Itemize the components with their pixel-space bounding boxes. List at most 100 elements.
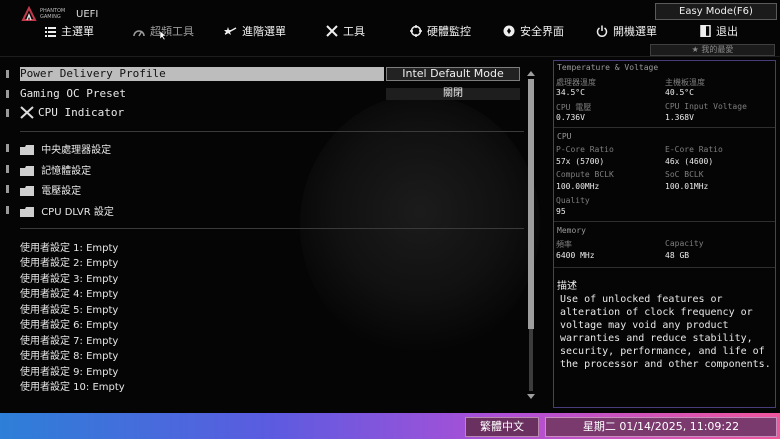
section-divider xyxy=(20,131,524,132)
power-icon xyxy=(596,25,608,37)
user-profile-7[interactable]: 使用者設定 7: Empty xyxy=(20,332,118,347)
cpu-voltage-value: 0.736V xyxy=(556,113,585,122)
phantom-gaming-logo-icon xyxy=(21,6,37,21)
cpu-indicator-label: CPU Indicator xyxy=(38,106,125,119)
logo-text-line2: GAMING xyxy=(40,14,61,20)
folder-cpu-dlvr-configuration[interactable]: CPU DLVR 設定 xyxy=(20,203,114,218)
monitor-icon xyxy=(410,25,422,37)
memory-frequency-value: 6400 MHz xyxy=(556,251,595,260)
logo-text: PHANTOM GAMING xyxy=(40,8,65,20)
setting-cpu-indicator[interactable]: CPU Indicator xyxy=(20,106,124,119)
tab-security-label: 安全界面 xyxy=(520,25,564,38)
easy-mode-button[interactable]: Easy Mode(F6) xyxy=(655,3,777,20)
cpu-input-voltage-value: 1.368V xyxy=(665,113,694,122)
cpu-temp-label: 處理器溫度 xyxy=(556,78,596,87)
setting-power-delivery-profile[interactable]: Power Delivery Profile xyxy=(20,67,384,81)
folder-voltage-configuration[interactable]: 電壓設定 xyxy=(20,182,81,197)
tab-tools[interactable]: 工具 xyxy=(326,23,365,39)
compute-bclk-label: Compute BCLK xyxy=(556,170,614,179)
user-profile-6[interactable]: 使用者設定 6: Empty xyxy=(20,316,118,331)
wrench-icon xyxy=(20,106,34,119)
folder-label: 記憶體設定 xyxy=(41,166,92,177)
mouse-cursor-icon xyxy=(160,31,166,40)
folder-label: 電壓設定 xyxy=(41,186,82,197)
header: PHANTOM GAMING UEFI Easy Mode(F6) 主選單 超頻… xyxy=(0,0,780,44)
row-marker xyxy=(6,90,9,98)
user-profile-9[interactable]: 使用者設定 9: Empty xyxy=(20,363,118,378)
selection-marker xyxy=(6,70,9,78)
uefi-label: UEFI xyxy=(76,9,99,20)
list-icon xyxy=(45,26,56,37)
tab-tools-label: 工具 xyxy=(343,25,365,38)
tab-main-label: 主選單 xyxy=(61,25,94,38)
language-button[interactable]: 繁體中文 xyxy=(465,417,539,437)
cpu-input-voltage-label: CPU Input Voltage xyxy=(665,102,747,111)
quality-label: Quality xyxy=(556,196,590,205)
scroll-down-arrow-icon[interactable] xyxy=(527,394,535,399)
tab-main[interactable]: 主選單 xyxy=(45,23,94,39)
user-profile-1[interactable]: 使用者設定 1: Empty xyxy=(20,239,118,254)
pcore-ratio-label: P-Core Ratio xyxy=(556,145,614,154)
cpu-temp-value: 34.5°C xyxy=(556,88,585,97)
mb-temp-label: 主機板溫度 xyxy=(665,78,705,87)
quality-value: 95 xyxy=(556,207,566,216)
tab-advanced-label: 進階選單 xyxy=(242,25,286,38)
favorites-button[interactable]: ★ 我的最愛 xyxy=(650,44,775,56)
section-divider xyxy=(554,221,775,222)
scroll-up-arrow-icon[interactable] xyxy=(527,71,535,76)
tools-icon xyxy=(326,25,338,37)
row-marker xyxy=(6,165,9,173)
mb-temp-value: 40.5°C xyxy=(665,88,694,97)
settings-scrollbar[interactable] xyxy=(527,71,535,399)
folder-icon xyxy=(20,145,34,155)
folder-icon xyxy=(20,166,34,176)
memory-section-title: Memory xyxy=(557,226,586,235)
header-divider xyxy=(0,56,780,57)
ecore-ratio-value: 46x (4600) xyxy=(665,157,714,166)
tab-exit-label: 退出 xyxy=(716,25,738,38)
pcore-ratio-value: 57x (5700) xyxy=(556,157,605,166)
user-profile-3[interactable]: 使用者設定 3: Empty xyxy=(20,270,118,285)
description-text: Use of unlocked features or alteration o… xyxy=(560,294,771,370)
shield-icon xyxy=(503,25,515,37)
soc-bclk-value: 100.01MHz xyxy=(665,182,709,191)
user-profile-4[interactable]: 使用者設定 4: Empty xyxy=(20,285,118,300)
tab-advanced[interactable]: 進階選單 xyxy=(224,23,286,39)
user-profile-8[interactable]: 使用者設定 8: Empty xyxy=(20,347,118,362)
gaming-oc-preset-value[interactable]: 關閉 xyxy=(386,88,520,100)
row-marker xyxy=(6,109,9,117)
memory-capacity-value: 48 GB xyxy=(665,251,690,260)
tab-hw-monitor-label: 硬體監控 xyxy=(427,25,471,38)
memory-capacity-label: Capacity xyxy=(665,239,704,248)
tab-exit[interactable]: 退出 xyxy=(700,23,738,39)
tab-security[interactable]: 安全界面 xyxy=(503,23,564,39)
user-profile-10[interactable]: 使用者設定 10: Empty xyxy=(20,378,125,393)
folder-icon xyxy=(20,207,34,217)
section-divider xyxy=(20,228,524,229)
row-marker xyxy=(6,185,9,193)
user-profile-2[interactable]: 使用者設定 2: Empty xyxy=(20,254,118,269)
cpu-section-title: CPU xyxy=(557,132,572,141)
memory-frequency-label: 頻率 xyxy=(556,240,572,249)
folder-icon xyxy=(20,186,34,196)
power-delivery-profile-value[interactable]: Intel Default Mode xyxy=(386,67,520,81)
tab-hw-monitor[interactable]: 硬體監控 xyxy=(410,23,471,39)
speedometer-icon xyxy=(133,29,145,36)
compute-bclk-value: 100.00MHz xyxy=(556,182,600,191)
folder-label: 中央處理器設定 xyxy=(41,145,112,156)
temperature-voltage-title: Temperature & Voltage xyxy=(557,63,659,72)
date-time-display[interactable]: 星期二 01/14/2025, 11:09:22 xyxy=(545,417,777,437)
tab-boot[interactable]: 開機選單 xyxy=(596,23,657,39)
ecore-ratio-label: E-Core Ratio xyxy=(665,145,723,154)
folder-dram-configuration[interactable]: 記憶體設定 xyxy=(20,162,91,177)
star-arrow-icon xyxy=(224,26,237,35)
setting-gaming-oc-preset[interactable]: Gaming OC Preset xyxy=(20,87,126,100)
row-marker xyxy=(6,144,9,152)
folder-cpu-configuration[interactable]: 中央處理器設定 xyxy=(20,141,111,156)
row-marker xyxy=(6,206,9,214)
exit-icon xyxy=(700,25,711,37)
cpu-voltage-label: CPU 電壓 xyxy=(556,103,592,112)
scroll-thumb[interactable] xyxy=(528,79,534,329)
description-title: 描述 xyxy=(557,281,577,292)
user-profile-5[interactable]: 使用者設定 5: Empty xyxy=(20,301,118,316)
